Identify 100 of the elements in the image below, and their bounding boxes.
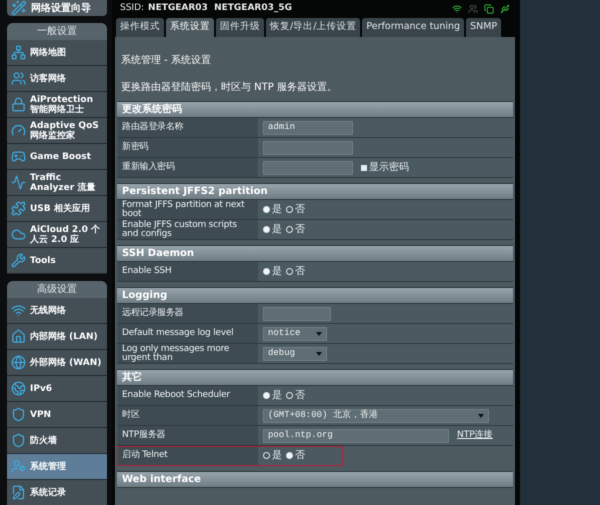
users-icon[interactable] xyxy=(468,4,478,14)
ssid-value: NETGEAR03 NETGEAR03_5G xyxy=(148,2,292,15)
row-label: Enable SSH xyxy=(117,262,258,281)
radio-button[interactable] xyxy=(263,226,270,233)
input-field[interactable]: pool.ntp.org xyxy=(263,428,449,442)
input-field[interactable] xyxy=(263,160,353,174)
ssid-label: SSID: xyxy=(120,2,144,15)
sidebar-item[interactable]: 外部网络 (WAN) xyxy=(7,350,107,376)
sidebar-item[interactable]: AiCloud 2.0 个人云 2.0 应 xyxy=(7,222,107,248)
dropdown[interactable]: debug xyxy=(263,346,327,360)
sidebar-item[interactable]: USB 相关应用 xyxy=(7,196,107,222)
row-label: Default message log level xyxy=(117,324,258,343)
chart-icon xyxy=(11,175,26,190)
sidebar-item[interactable]: IPv6 xyxy=(7,376,107,402)
lock-icon xyxy=(11,97,26,112)
sidebar-item[interactable]: 系统记录 xyxy=(7,480,107,505)
users-icon xyxy=(11,71,26,86)
radio-button[interactable] xyxy=(263,268,270,275)
sidebar-item[interactable]: 无线网络 xyxy=(7,298,107,324)
radio-button[interactable] xyxy=(286,452,293,459)
sidebar-item[interactable]: 系统管理 xyxy=(7,454,107,480)
row-label: Enable Reboot Scheduler xyxy=(117,386,258,405)
page-title: 系统管理 - 系统设置 xyxy=(121,54,212,68)
sidebar-item[interactable]: 防火墙 xyxy=(7,428,107,454)
radio-label: 否 xyxy=(295,223,305,237)
sidebar-item[interactable]: Tools xyxy=(7,248,107,274)
row-label: 路由器登录名称 xyxy=(117,118,258,137)
ntp-link[interactable]: NTP连接 xyxy=(457,428,493,442)
section-header: 更改系统密码 xyxy=(117,101,513,118)
sidebar-heading: 高级设置 xyxy=(7,281,107,298)
tab[interactable]: 系统设置 xyxy=(166,18,214,37)
sidebar-item[interactable]: Game Boost xyxy=(7,144,107,170)
sidebar-heading: 一般设置 xyxy=(7,23,107,40)
user-icon xyxy=(11,459,26,474)
cloud-icon xyxy=(11,227,26,242)
wifi-icon xyxy=(11,303,26,318)
radio-label: 是 xyxy=(272,449,282,463)
gamepad-icon xyxy=(11,149,26,164)
caret-icon xyxy=(316,352,322,356)
row-label: NTP服务器 xyxy=(117,426,258,445)
sidebar-item[interactable]: Adaptive QoS 网络监控家 xyxy=(7,118,107,144)
input-field[interactable] xyxy=(263,306,331,320)
wrench-icon xyxy=(11,253,26,268)
tab[interactable]: 固件升级 xyxy=(216,18,264,37)
radio-button[interactable] xyxy=(263,392,270,399)
input-field[interactable]: admin xyxy=(263,120,353,134)
sidebar-item[interactable]: 访客网络 xyxy=(7,66,107,92)
radio-button[interactable] xyxy=(286,268,293,275)
radio-button[interactable] xyxy=(286,206,293,213)
shield-icon xyxy=(11,433,26,448)
network-icon xyxy=(11,45,26,60)
radio-label: 是 xyxy=(272,203,282,217)
usb-icon[interactable] xyxy=(500,4,510,14)
puzzle-icon xyxy=(11,201,26,216)
section-header: SSH Daemon xyxy=(117,245,513,262)
gauge-icon xyxy=(11,123,26,138)
radio-label: 否 xyxy=(295,265,305,279)
sidebar-item[interactable]: 网络设置向导 xyxy=(7,0,107,16)
caret-icon xyxy=(478,414,484,418)
row-label: 远程记录服务器 xyxy=(117,304,258,323)
row-label: Log only messages more urgent than xyxy=(117,344,258,363)
sidebar-item[interactable]: 网络地图 xyxy=(7,40,107,66)
radio-label: 否 xyxy=(295,203,305,217)
row-label: Enable JFFS custom scripts and configs xyxy=(117,220,258,239)
section-header: Persistent JFFS2 partition xyxy=(117,183,513,200)
checkbox-label: 显示密码 xyxy=(369,160,409,175)
globe-icon xyxy=(11,355,26,370)
shield-icon xyxy=(11,407,26,422)
radio-label: 是 xyxy=(272,389,282,403)
sidebar-item[interactable]: AiProtection 智能网络卫士 xyxy=(7,92,107,118)
section-header: Web interface xyxy=(117,471,513,488)
tab[interactable]: Performance tuning xyxy=(362,18,464,37)
row-label: 新密码 xyxy=(117,138,258,157)
radio-label: 否 xyxy=(295,449,305,463)
row-label: 重新输入密码 xyxy=(117,158,258,177)
copy-icon[interactable] xyxy=(484,4,494,14)
section-header: 其它 xyxy=(117,369,513,386)
row-label: Format JFFS partition at next boot xyxy=(117,200,258,219)
row-label: 时区 xyxy=(117,406,258,425)
row-label: 启动 Telnet xyxy=(117,446,258,465)
sidebar-item[interactable]: 内部网络 (LAN) xyxy=(7,324,107,350)
dropdown[interactable]: (GMT+08:00) 北京，香港 xyxy=(263,408,489,422)
radio-button[interactable] xyxy=(263,452,270,459)
radio-button[interactable] xyxy=(286,226,293,233)
sidebar-item[interactable]: VPN xyxy=(7,402,107,428)
caret-icon xyxy=(316,332,322,336)
tab[interactable]: 恢复/导出/上传设置 xyxy=(266,18,360,37)
tab[interactable]: SNMP xyxy=(466,18,502,37)
input-field[interactable] xyxy=(263,140,353,154)
dropdown[interactable]: notice xyxy=(263,326,327,340)
radio-label: 是 xyxy=(272,265,282,279)
wand-icon xyxy=(11,0,27,16)
tab[interactable]: 操作模式 xyxy=(116,18,164,37)
radio-button[interactable] xyxy=(263,206,270,213)
radio-label: 否 xyxy=(295,389,305,403)
radio-button[interactable] xyxy=(286,392,293,399)
sidebar-item[interactable]: Traffic Analyzer 流量 xyxy=(7,170,107,196)
wifi-icon[interactable] xyxy=(452,4,462,14)
radio-label: 是 xyxy=(272,223,282,237)
checkbox[interactable] xyxy=(361,164,367,170)
